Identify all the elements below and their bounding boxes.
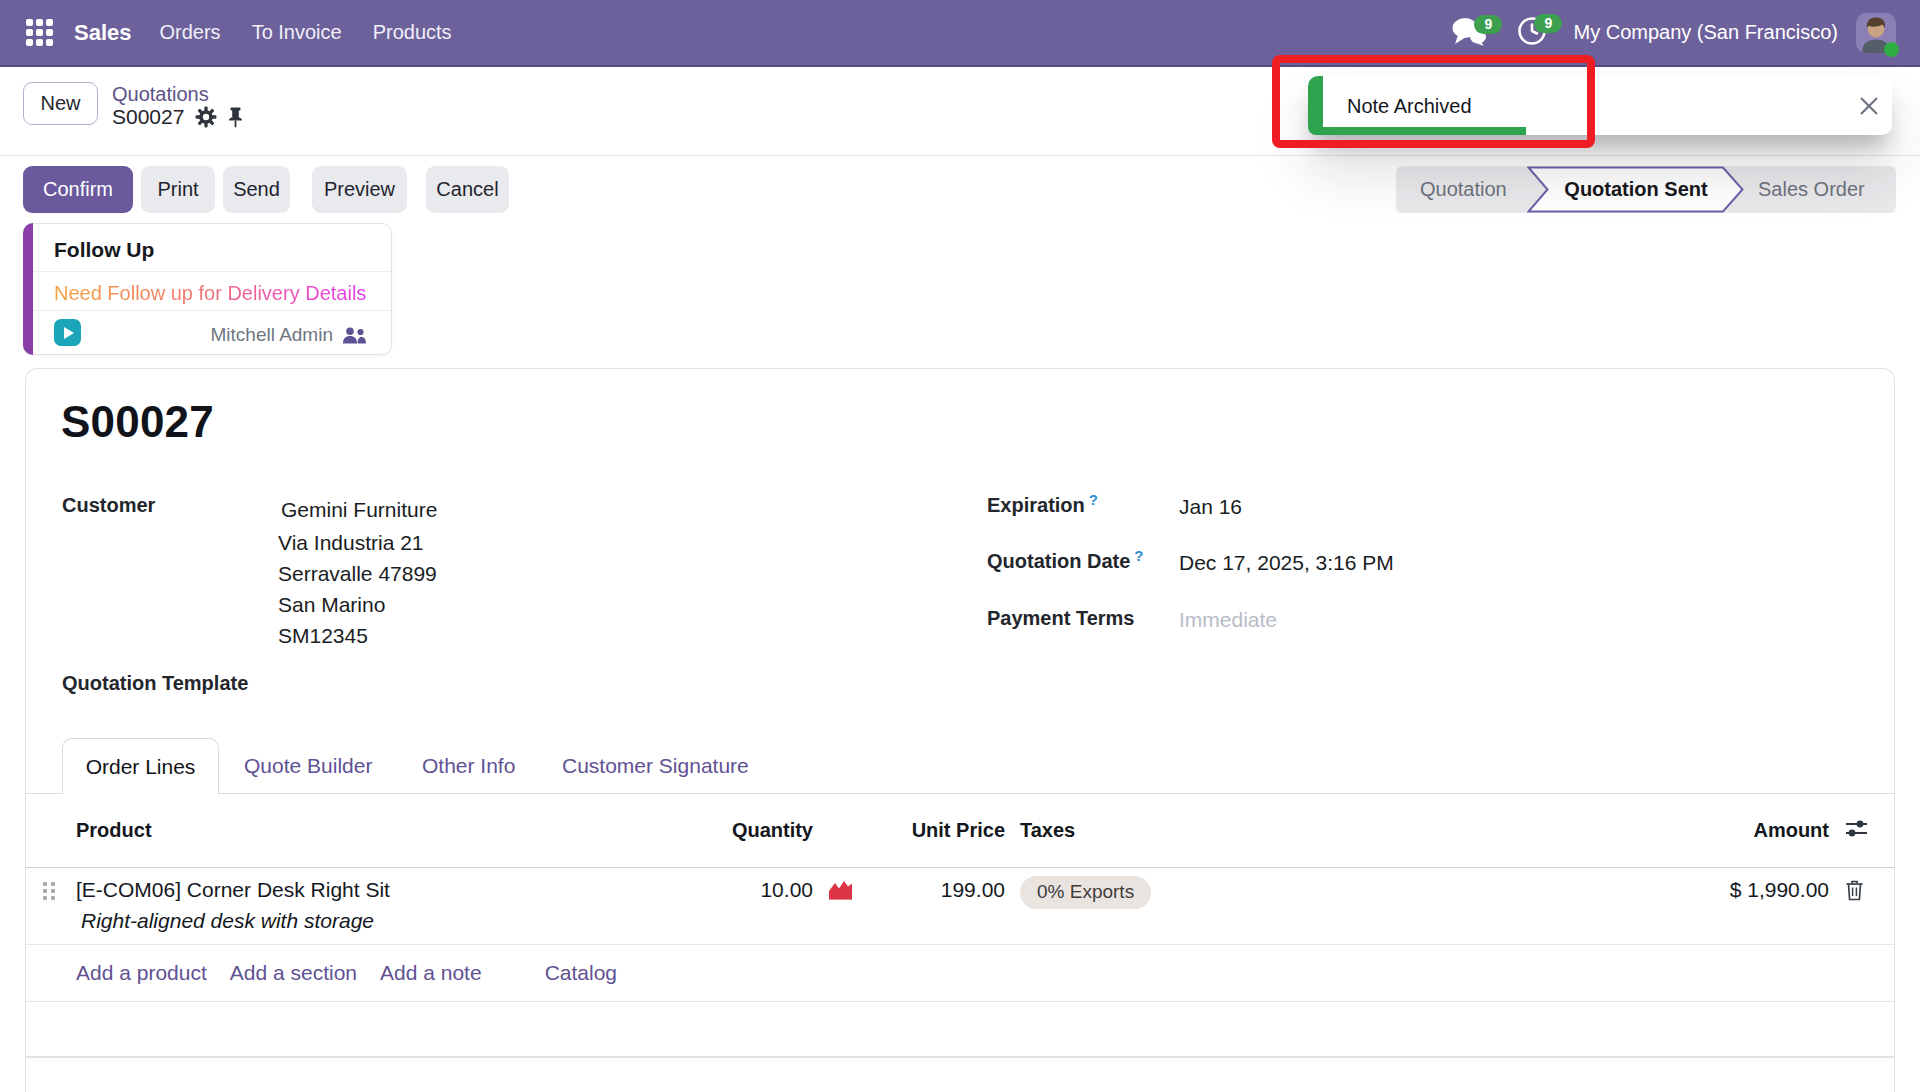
status-step-quotation[interactable]: Quotation	[1420, 166, 1507, 213]
empty-table-space	[26, 1002, 1894, 1058]
activity-followup-card: Follow Up Need Follow up for Delivery De…	[23, 223, 392, 355]
forecast-chart-icon[interactable]	[827, 878, 854, 901]
cancel-button[interactable]: Cancel	[426, 166, 509, 213]
divider	[33, 310, 391, 311]
pin-icon[interactable]	[228, 107, 243, 128]
amount-cell: $ 1,990.00	[1361, 868, 1829, 902]
address-line: Serravalle 47899	[278, 558, 437, 589]
payment-terms-label: Payment Terms	[987, 607, 1134, 630]
help-icon: ?	[1089, 491, 1098, 508]
activity-assignee[interactable]: Mitchell Admin	[211, 324, 368, 346]
expiration-label: Expiration?	[987, 494, 1098, 517]
apps-menu-icon[interactable]	[26, 19, 53, 46]
divider	[33, 271, 391, 272]
customer-value[interactable]: Gemini Furniture	[281, 498, 437, 522]
status-pipeline: Quotation Quotation Sent Sales Order	[1396, 166, 1896, 213]
activity-color-bar	[23, 223, 33, 355]
users-group-icon	[342, 327, 367, 344]
menu-to-invoice[interactable]: To Invoice	[252, 21, 342, 44]
online-status-dot	[1884, 42, 1899, 57]
col-unit-price[interactable]: Unit Price	[861, 819, 1005, 842]
form-sheet: S00027 Customer Gemini Furniture Via Ind…	[25, 368, 1895, 1092]
order-lines-footer: Add a product Add a section Add a note C…	[26, 945, 1894, 1002]
odoo-sales-quotation-page: Sales Orders To Invoice Products 9 9	[0, 0, 1920, 1092]
quotation-date-value[interactable]: Dec 17, 2025, 3:16 PM	[1179, 551, 1394, 575]
annotation-highlight-box	[1272, 55, 1595, 148]
col-amount[interactable]: Amount	[1361, 819, 1829, 842]
status-step-sales-order[interactable]: Sales Order	[1758, 166, 1865, 213]
messages-icon[interactable]: 9	[1451, 15, 1487, 51]
col-quantity[interactable]: Quantity	[691, 819, 813, 842]
tab-order-lines[interactable]: Order Lines	[62, 738, 219, 794]
address-line: Via Industria 21	[278, 527, 437, 558]
confirm-button[interactable]: Confirm	[23, 166, 133, 213]
col-taxes[interactable]: Taxes	[1005, 819, 1361, 842]
add-product-link[interactable]: Add a product	[76, 961, 207, 985]
order-lines-header: Product Quantity Unit Price Taxes Amount	[26, 794, 1894, 868]
user-avatar[interactable]	[1856, 13, 1896, 53]
company-switcher[interactable]: My Company (San Francisco)	[1573, 21, 1838, 44]
new-button[interactable]: New	[23, 82, 98, 125]
preview-button[interactable]: Preview	[312, 166, 407, 213]
quotation-date-label: Quotation Date?	[987, 550, 1144, 573]
breadcrumb-current-label: S00027	[112, 105, 184, 129]
unit-price-cell[interactable]: 199.00	[861, 868, 1005, 902]
customer-label: Customer	[62, 494, 155, 517]
app-name[interactable]: Sales	[74, 20, 132, 46]
activities-badge: 9	[1534, 14, 1562, 33]
delete-row-icon[interactable]	[1845, 880, 1864, 901]
status-step-quotation-sent[interactable]: Quotation Sent	[1527, 166, 1745, 213]
menu-products[interactable]: Products	[373, 21, 452, 44]
activities-icon[interactable]: 9	[1517, 16, 1547, 50]
payment-terms-value[interactable]: Immediate	[1179, 608, 1277, 632]
menu-orders[interactable]: Orders	[160, 21, 221, 44]
order-line-row[interactable]: [E-COM06] Corner Desk Right Sit Right-al…	[26, 868, 1894, 945]
tab-customer-signature[interactable]: Customer Signature	[562, 738, 749, 793]
product-description[interactable]: Right-aligned desk with storage	[76, 909, 691, 933]
add-section-link[interactable]: Add a section	[230, 961, 357, 985]
customer-address: Via Industria 21 Serravalle 47899 San Ma…	[278, 527, 437, 651]
toast-close-button[interactable]	[1852, 89, 1886, 123]
tab-quote-builder[interactable]: Quote Builder	[244, 738, 372, 793]
top-navbar: Sales Orders To Invoice Products 9 9	[0, 0, 1920, 67]
drag-handle-icon[interactable]	[43, 882, 63, 900]
activity-play-button[interactable]	[54, 319, 81, 346]
add-note-link[interactable]: Add a note	[380, 961, 482, 985]
quotation-template-label: Quotation Template	[62, 672, 248, 695]
activity-note[interactable]: Need Follow up for Delivery Details	[54, 282, 366, 305]
catalog-link[interactable]: Catalog	[545, 961, 617, 985]
gear-icon[interactable]	[195, 106, 217, 128]
optional-columns-icon[interactable]	[1845, 819, 1868, 838]
assignee-name: Mitchell Admin	[211, 324, 334, 346]
quantity-cell[interactable]: 10.00	[691, 868, 813, 902]
expiration-value[interactable]: Jan 16	[1179, 495, 1242, 519]
breadcrumb-current: S00027	[112, 105, 243, 129]
product-name[interactable]: [E-COM06] Corner Desk Right Sit	[76, 878, 691, 902]
address-line: San Marino	[278, 589, 437, 620]
control-panel-divider	[0, 155, 1920, 156]
col-product[interactable]: Product	[63, 819, 691, 842]
print-button[interactable]: Print	[141, 166, 215, 213]
help-icon: ?	[1134, 547, 1143, 564]
address-line: SM12345	[278, 620, 437, 651]
messages-badge: 9	[1474, 15, 1502, 34]
activity-title: Follow Up	[54, 238, 154, 262]
breadcrumb-parent[interactable]: Quotations	[112, 83, 209, 106]
send-button[interactable]: Send	[223, 166, 290, 213]
tab-other-info[interactable]: Other Info	[422, 738, 515, 793]
quotation-reference: S00027	[61, 397, 214, 447]
tax-badge[interactable]: 0% Exports	[1020, 876, 1151, 909]
